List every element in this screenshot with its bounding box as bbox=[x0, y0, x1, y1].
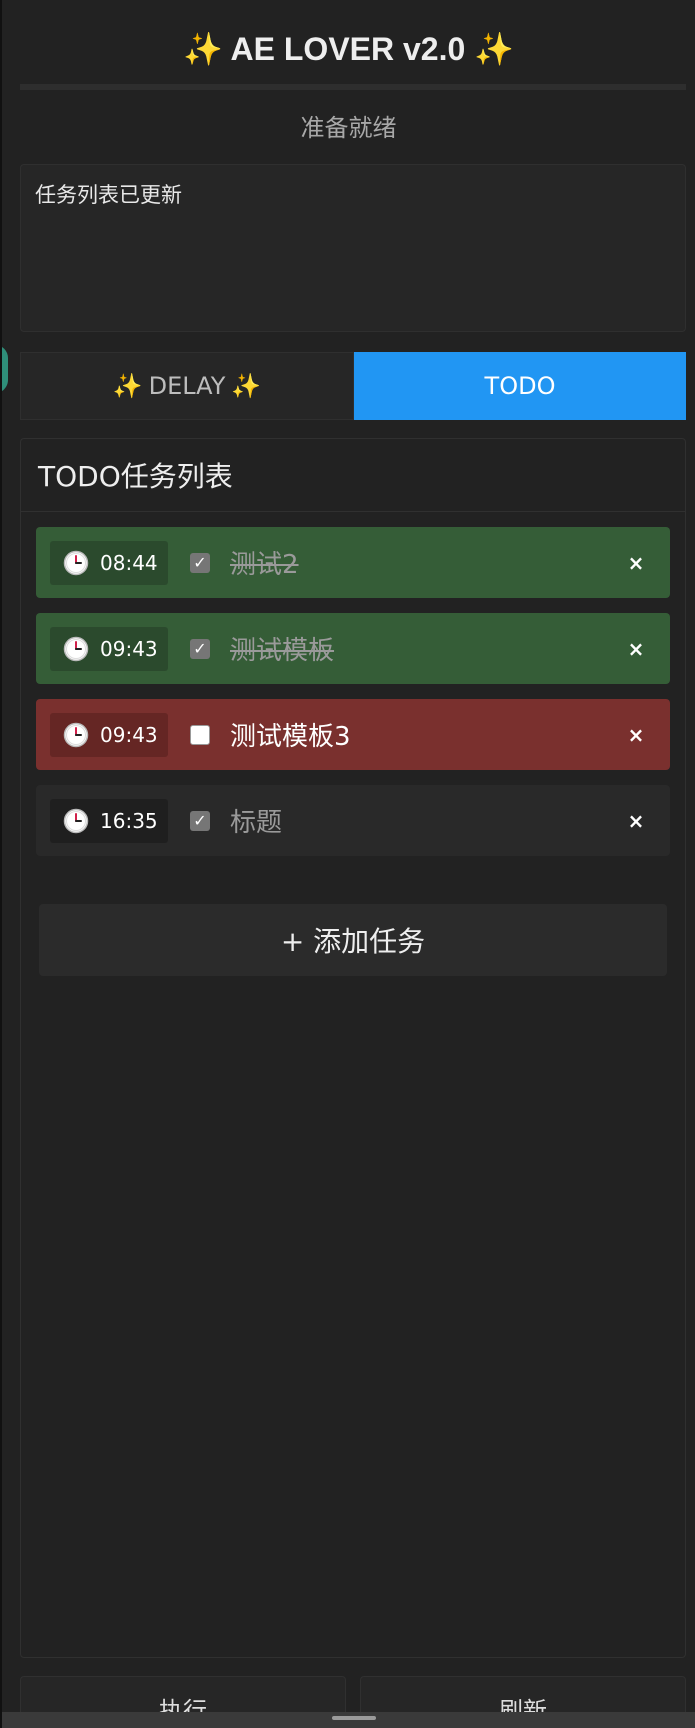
tab-bar: ✨ DELAY ✨ TODO bbox=[20, 352, 686, 420]
task-title: 测试模板 bbox=[230, 636, 335, 666]
app-window: ✨ AE LOVER v2.0 ✨ 准备就绪 任务列表已更新 ✨ DELAY ✨… bbox=[0, 0, 695, 1728]
add-task-button[interactable]: + 添加任务 bbox=[39, 904, 667, 976]
sparkle-icon: ✨ bbox=[474, 31, 515, 67]
home-indicator bbox=[332, 1716, 376, 1720]
sparkle-icon: ✨ bbox=[112, 372, 143, 400]
task-checkbox[interactable]: ✓ bbox=[190, 810, 210, 831]
task-checkbox[interactable] bbox=[190, 724, 210, 745]
time-chip[interactable]: 08:44 bbox=[50, 540, 168, 585]
clock-icon bbox=[63, 636, 89, 662]
todo-panel: TODO任务列表 08:44 ✓ 测试2 × 09:43 ✓ 测试模板 × 09:43 测试模板3… bbox=[20, 438, 686, 1658]
task-title: 标题 bbox=[230, 808, 283, 838]
time-chip[interactable]: 16:35 bbox=[50, 798, 168, 843]
app-title-text: AE LOVER v2.0 bbox=[230, 31, 466, 67]
clock-icon bbox=[63, 722, 89, 748]
delete-task-button[interactable]: × bbox=[616, 637, 656, 661]
task-time: 09:43 bbox=[100, 636, 158, 661]
tab-delay-label: DELAY bbox=[148, 372, 226, 400]
time-chip[interactable]: 09:43 bbox=[50, 712, 168, 757]
task-row: 16:35 ✓ 标题 × bbox=[36, 785, 670, 856]
time-chip[interactable]: 09:43 bbox=[50, 626, 168, 671]
task-row: 08:44 ✓ 测试2 × bbox=[36, 527, 670, 598]
task-title: 测试模板3 bbox=[230, 722, 351, 752]
checkmark-icon: ✓ bbox=[193, 810, 207, 830]
title-divider bbox=[20, 84, 686, 90]
checkmark-icon: ✓ bbox=[193, 552, 207, 572]
tab-todo[interactable]: TODO bbox=[354, 352, 686, 420]
task-title: 测试2 bbox=[230, 550, 299, 580]
delete-task-button[interactable]: × bbox=[616, 551, 656, 575]
app-title: ✨ AE LOVER v2.0 ✨ bbox=[2, 30, 695, 68]
sparkle-icon: ✨ bbox=[231, 372, 262, 400]
task-row: 09:43 ✓ 测试模板 × bbox=[36, 613, 670, 684]
log-message: 任务列表已更新 bbox=[35, 183, 182, 207]
task-checkbox[interactable]: ✓ bbox=[190, 552, 210, 573]
checkmark-icon: ✓ bbox=[193, 638, 207, 658]
task-time: 16:35 bbox=[100, 808, 158, 833]
task-time: 08:44 bbox=[100, 550, 158, 575]
delete-task-button[interactable]: × bbox=[616, 809, 656, 833]
task-time: 09:43 bbox=[100, 722, 158, 747]
side-handle[interactable] bbox=[2, 345, 8, 393]
clock-icon bbox=[63, 550, 89, 576]
delete-task-button[interactable]: × bbox=[616, 723, 656, 747]
log-output: 任务列表已更新 bbox=[20, 164, 686, 332]
bottom-bar bbox=[2, 1712, 695, 1728]
panel-title: TODO任务列表 bbox=[21, 439, 685, 512]
status-text: 准备就绪 bbox=[300, 114, 397, 142]
sparkle-icon: ✨ bbox=[182, 31, 223, 67]
tab-todo-label: TODO bbox=[484, 372, 556, 400]
task-row: 09:43 测试模板3 × bbox=[36, 699, 670, 770]
task-checkbox[interactable]: ✓ bbox=[190, 638, 210, 659]
tab-delay[interactable]: ✨ DELAY ✨ bbox=[20, 352, 354, 420]
clock-icon bbox=[63, 808, 89, 834]
